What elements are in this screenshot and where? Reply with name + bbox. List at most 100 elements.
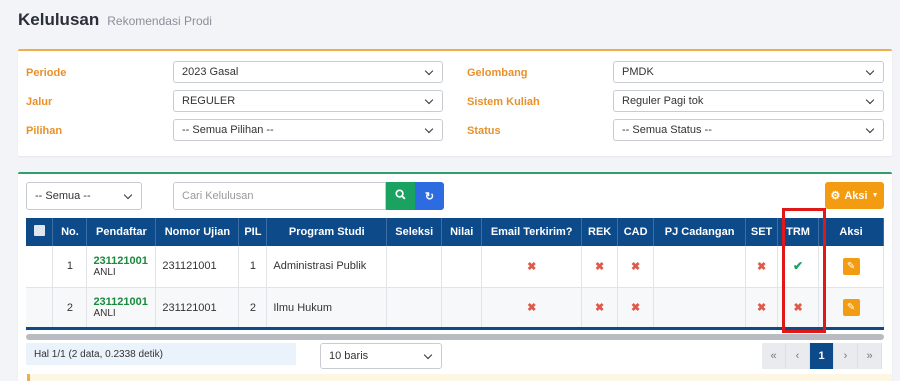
chevron-down-icon xyxy=(865,96,875,106)
x-icon: ✖ xyxy=(595,260,605,273)
row-no: 1 xyxy=(52,246,88,288)
chevron-down-icon xyxy=(865,67,875,77)
jalur-select[interactable]: REGULER xyxy=(173,90,443,112)
chevron-down-icon xyxy=(123,191,133,201)
scope-value: -- Semua -- xyxy=(35,190,91,202)
row-pj-cadangan xyxy=(653,246,747,288)
chevron-down-icon xyxy=(424,67,434,77)
row-set-status: ✖ xyxy=(745,287,779,329)
col-rek[interactable]: REK xyxy=(581,218,619,246)
col-pendaftar[interactable]: Pendaftar xyxy=(86,218,157,246)
status-select[interactable]: -- Semua Status -- xyxy=(613,119,884,141)
filter-card: Periode 2023 Gasal Jalur REGULER Pilihan… xyxy=(18,49,892,156)
x-icon: ✖ xyxy=(631,302,641,314)
aksi-dropdown-button[interactable]: ⚙ Aksi ▼ xyxy=(825,182,884,209)
row-rek-status: ✖ xyxy=(581,287,619,329)
chevron-down-icon xyxy=(424,96,434,106)
rows-per-page-select[interactable]: 10 baris xyxy=(320,343,442,369)
search-input[interactable]: Cari Kelulusan xyxy=(173,182,386,210)
x-icon: ✖ xyxy=(756,260,767,273)
alert-strip xyxy=(27,374,892,381)
row-aksi: ✎ xyxy=(818,246,884,288)
col-seleksi[interactable]: Seleksi xyxy=(386,218,443,246)
x-icon: ✖ xyxy=(527,260,537,273)
row-program-studi: Administrasi Publik xyxy=(266,246,388,288)
col-cad[interactable]: CAD xyxy=(617,218,655,246)
table-row[interactable]: 2 231121001 ANLI 231121001 2 Ilmu Hukum … xyxy=(26,287,884,329)
row-email-status: ✖ xyxy=(481,287,583,329)
row-pj-cadangan xyxy=(653,287,747,329)
sistem-kuliah-label: Sistem Kuliah xyxy=(467,96,540,108)
row-nomor-ujian: 231121001 xyxy=(155,287,240,329)
pendaftar-code: ANLI xyxy=(93,308,116,319)
row-rek-status: ✖ xyxy=(581,246,619,288)
col-pil[interactable]: PIL xyxy=(238,218,268,246)
horizontal-scrollbar[interactable] xyxy=(26,334,884,340)
col-nilai[interactable]: Nilai xyxy=(441,218,483,246)
pilihan-select[interactable]: -- Semua Pilihan -- xyxy=(173,119,443,141)
row-pil: 1 xyxy=(238,246,268,288)
pagination-info-text: Hal 1/1 (2 data, 0.2338 detik) xyxy=(34,348,163,360)
col-email-terkirim[interactable]: Email Terkirim? xyxy=(481,218,583,246)
pagination-info: Hal 1/1 (2 data, 0.2338 detik) xyxy=(26,343,296,365)
jalur-label: Jalur xyxy=(26,96,53,108)
row-cad-status: ✖ xyxy=(617,246,655,288)
x-icon: ✖ xyxy=(631,260,641,273)
row-nilai xyxy=(441,246,483,288)
gear-icon: ⚙ xyxy=(830,190,841,202)
periode-label: Periode xyxy=(26,67,67,79)
col-nomor-ujian[interactable]: Nomor Ujian xyxy=(155,218,240,246)
last-page-button[interactable]: » xyxy=(858,343,882,369)
table-row[interactable]: 1 231121001 ANLI 231121001 1 Administras… xyxy=(26,246,884,288)
row-email-status: ✖ xyxy=(481,246,583,288)
edit-button[interactable]: ✎ xyxy=(842,257,860,275)
row-pil: 2 xyxy=(238,287,268,329)
scope-select[interactable]: -- Semua -- xyxy=(26,182,142,210)
row-aksi: ✎ xyxy=(818,287,884,329)
row-seleksi xyxy=(386,246,443,288)
pendaftar-code: ANLI xyxy=(93,266,116,278)
x-icon: ✖ xyxy=(595,302,605,314)
status-value: -- Semua Status -- xyxy=(622,124,712,136)
row-pendaftar: 231121001 ANLI xyxy=(86,246,157,288)
page-button-current[interactable]: 1 xyxy=(810,343,834,369)
pencil-icon: ✎ xyxy=(846,302,856,313)
pendaftar-link[interactable]: 231121001 xyxy=(93,296,149,308)
chevron-down-icon xyxy=(424,125,434,135)
periode-value: 2023 Gasal xyxy=(182,66,239,78)
results-table: No. Pendaftar Nomor Ujian PIL Program St… xyxy=(26,218,884,329)
row-no: 2 xyxy=(52,287,88,329)
search-button[interactable] xyxy=(386,182,415,210)
first-page-button[interactable]: « xyxy=(762,343,786,369)
next-page-button[interactable]: › xyxy=(834,343,858,369)
col-no[interactable]: No. xyxy=(52,218,88,246)
pendaftar-link[interactable]: 231121001 xyxy=(93,255,149,267)
chevron-down-icon xyxy=(423,351,433,361)
refresh-icon: ↻ xyxy=(424,190,435,203)
col-pj-cadangan[interactable]: PJ Cadangan xyxy=(653,218,747,246)
select-all-checkbox[interactable] xyxy=(26,218,54,246)
sistem-kuliah-select[interactable]: Reguler Pagi tok xyxy=(613,90,884,112)
pagination: « ‹ 1 › » xyxy=(762,343,882,369)
col-set[interactable]: SET xyxy=(745,218,779,246)
col-program-studi[interactable]: Program Studi xyxy=(266,218,388,246)
aksi-label: Aksi xyxy=(844,189,868,202)
periode-select[interactable]: 2023 Gasal xyxy=(173,61,443,83)
row-nilai xyxy=(441,287,483,329)
row-nomor-ujian: 231121001 xyxy=(155,246,240,288)
gelombang-select[interactable]: PMDK xyxy=(613,61,884,83)
prev-page-button[interactable]: ‹ xyxy=(786,343,810,369)
results-card: -- Semua -- Cari Kelulusan ↻ ⚙ Aksi ▼ No… xyxy=(18,172,892,381)
checkbox-icon xyxy=(33,225,45,236)
row-program-studi: Ilmu Hukum xyxy=(266,287,388,329)
chevron-down-icon xyxy=(865,125,875,135)
table-bottom-border xyxy=(26,327,884,330)
row-pendaftar: 231121001 ANLI xyxy=(86,287,157,329)
row-checkbox-cell[interactable] xyxy=(26,287,54,329)
sistem-kuliah-value: Reguler Pagi tok xyxy=(622,95,704,107)
search-placeholder: Cari Kelulusan xyxy=(182,190,254,202)
row-checkbox-cell[interactable] xyxy=(26,246,54,288)
refresh-button[interactable]: ↻ xyxy=(415,182,444,210)
edit-button[interactable]: ✎ xyxy=(842,299,860,316)
rows-per-page-value: 10 baris xyxy=(329,350,369,362)
